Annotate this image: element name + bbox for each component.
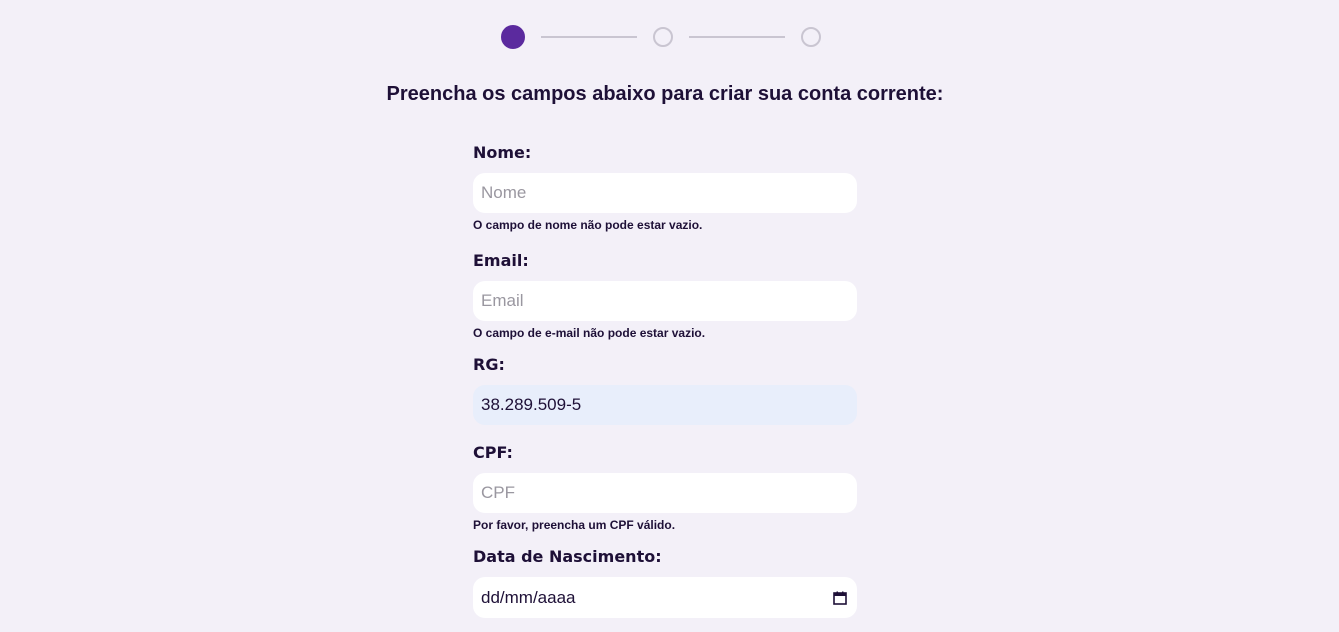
nascimento-group: Data de Nascimento: dd/mm/aaaa [473,546,857,618]
nome-placeholder: Nome [481,183,527,202]
nascimento-value: dd/mm/aaaa [481,587,576,607]
email-placeholder: Email [481,291,524,310]
rg-value: 38.289.509-5 [481,395,582,414]
nome-error: O campo de nome não pode estar vazio. [473,218,703,232]
cpf-input[interactable]: CPF [473,473,857,513]
step-1-indicator [501,25,525,49]
step-connector [541,36,637,38]
calendar-icon[interactable] [833,591,847,605]
cpf-placeholder: CPF [481,483,515,502]
nome-label: Nome: [473,143,532,162]
nome-input[interactable]: Nome [473,173,857,213]
email-group: Email: Email O campo de e-mail não pode … [473,250,857,340]
page-title: Preencha os campos abaixo para criar sua… [386,83,944,105]
email-input[interactable]: Email [473,281,857,321]
step-3-indicator [801,27,821,47]
nascimento-date-input[interactable]: dd/mm/aaaa [473,577,857,618]
rg-label: RG: [473,355,505,374]
email-label: Email: [473,251,529,270]
rg-group: RG: 38.289.509-5 [473,354,857,425]
cpf-error: Por favor, preencha um CPF válido. [473,518,676,532]
cpf-label: CPF: [473,443,513,462]
step-connector [689,36,785,38]
nascimento-label: Data de Nascimento: [473,547,662,566]
cpf-group: CPF: CPF Por favor, preencha um CPF váli… [473,442,857,532]
step-2-indicator [653,27,673,47]
progress-stepper [501,25,821,49]
rg-input[interactable]: 38.289.509-5 [473,385,857,425]
email-error: O campo de e-mail não pode estar vazio. [473,326,706,340]
nome-group: Nome: Nome O campo de nome não pode esta… [473,142,857,232]
